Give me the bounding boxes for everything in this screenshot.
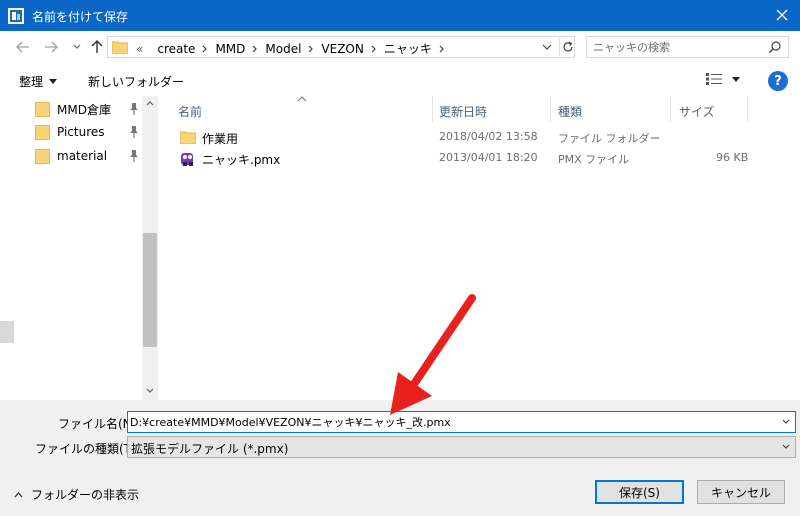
folder-icon	[35, 101, 50, 117]
arrow-left-icon	[16, 41, 29, 53]
hide-folders-toggle[interactable]: フォルダーの非表示	[14, 486, 139, 503]
breadcrumb-item-vezon[interactable]: VEZON	[321, 42, 363, 56]
caret-down-icon	[49, 79, 58, 84]
organize-label: 整理	[19, 75, 44, 89]
chevron-down-icon[interactable]	[540, 40, 554, 54]
column-header-date[interactable]: 更新日時	[439, 103, 487, 120]
sidebar-item-mmd-souko[interactable]: MMD倉庫	[35, 98, 111, 120]
column-header-size[interactable]: サイズ	[679, 103, 715, 120]
pin-icon[interactable]	[129, 150, 139, 162]
refresh-button[interactable]	[559, 38, 576, 56]
folder-icon	[112, 41, 128, 54]
arrow-right-icon	[45, 41, 58, 53]
address-bar[interactable]: « create MMD Model VEZON ニャッキ	[107, 36, 575, 58]
chevron-right-icon[interactable]	[202, 45, 208, 53]
chevron-down-icon	[782, 444, 790, 449]
chevron-down-icon	[73, 44, 81, 49]
folder-icon	[180, 131, 196, 144]
file-type: PMX ファイル	[558, 153, 630, 166]
chevron-right-icon[interactable]	[371, 45, 377, 53]
breadcrumb-item-nyakki[interactable]: ニャッキ	[384, 40, 432, 57]
sidebar-item-label: MMD倉庫	[57, 102, 111, 117]
pin-icon[interactable]	[129, 126, 139, 138]
folder-icon	[35, 148, 50, 164]
chevron-up-icon	[14, 491, 23, 497]
chevron-down-icon[interactable]	[781, 417, 791, 427]
pin-icon[interactable]	[129, 103, 139, 115]
details-view-icon	[706, 73, 722, 85]
breadcrumb-item-model[interactable]: Model	[265, 42, 301, 56]
breadcrumb-item-mmd[interactable]: MMD	[215, 42, 245, 56]
help-button[interactable]: ?	[768, 71, 788, 91]
back-button[interactable]	[12, 36, 34, 58]
arrow-up-icon	[91, 40, 103, 53]
pmx-file-icon	[181, 153, 193, 166]
sidebar-item-label: material	[57, 149, 108, 163]
up-button[interactable]	[86, 36, 108, 58]
sidebar-item-label: Pictures	[57, 125, 105, 139]
column-header-name[interactable]: 名前	[178, 103, 202, 120]
column-header-type[interactable]: 種類	[558, 103, 582, 120]
folder-icon	[35, 124, 50, 140]
pane-fragment	[0, 321, 14, 343]
sidebar-item-material[interactable]: material	[35, 145, 107, 167]
sidebar-item-pictures[interactable]: Pictures	[35, 121, 105, 143]
sort-ascending-icon	[297, 96, 307, 102]
chevron-right-icon[interactable]	[439, 45, 445, 53]
help-icon: ?	[774, 73, 782, 89]
file-date: 2013/04/01 18:20	[439, 151, 538, 164]
file-name: 作業用	[202, 132, 239, 146]
forward-button[interactable]	[40, 36, 62, 58]
recent-locations-button[interactable]	[66, 36, 88, 58]
scroll-up-icon[interactable]	[146, 101, 154, 106]
file-name: ニャッキ.pmx	[202, 153, 281, 167]
chevron-right-icon[interactable]	[308, 45, 314, 53]
close-button[interactable]	[768, 2, 796, 28]
scrollbar-thumb[interactable]	[143, 233, 157, 347]
new-folder-button[interactable]: 新しいフォルダー	[88, 73, 184, 90]
breadcrumb: « create MMD Model VEZON ニャッキ	[136, 40, 452, 57]
view-options-button[interactable]	[706, 73, 740, 85]
table-row[interactable]: ニャッキ.pmx 2013/04/01 18:20 PMX ファイル 96 KB	[158, 148, 758, 170]
app-icon	[8, 8, 24, 24]
title-bar: 名前を付けて保存	[0, 0, 800, 31]
file-size: 96 KB	[716, 151, 749, 164]
navigation-pane: MMD倉庫 Pictures material	[0, 96, 158, 400]
cancel-button[interactable]: キャンセル	[697, 480, 785, 504]
file-type: ファイル フォルダー	[558, 132, 661, 145]
window-title: 名前を付けて保存	[32, 10, 129, 24]
annotation-arrow-icon	[390, 294, 476, 415]
filetype-value: 拡張モデルファイル (*.pmx)	[131, 442, 289, 456]
file-date: 2018/04/02 13:58	[439, 130, 538, 143]
search-icon[interactable]	[768, 40, 782, 54]
filetype-select[interactable]: 拡張モデルファイル (*.pmx)	[127, 436, 796, 458]
scroll-down-icon[interactable]	[146, 388, 154, 393]
breadcrumb-item-create[interactable]: create	[157, 42, 195, 56]
close-icon	[776, 9, 788, 21]
search-box	[586, 36, 789, 58]
search-input[interactable]	[593, 39, 753, 55]
refresh-icon	[563, 41, 573, 52]
hide-folders-label: フォルダーの非表示	[31, 488, 140, 502]
chevron-right-icon[interactable]	[252, 45, 258, 53]
caret-down-icon	[732, 76, 740, 82]
filetype-label: ファイルの種類(T):	[35, 442, 140, 456]
breadcrumb-overflow[interactable]: «	[136, 42, 143, 56]
organize-button[interactable]: 整理	[19, 73, 58, 90]
command-bar: 整理 新しいフォルダー	[0, 66, 800, 96]
save-button[interactable]: 保存(S)	[595, 480, 684, 504]
table-row[interactable]: 作業用 2018/04/02 13:58 ファイル フォルダー	[158, 127, 758, 149]
